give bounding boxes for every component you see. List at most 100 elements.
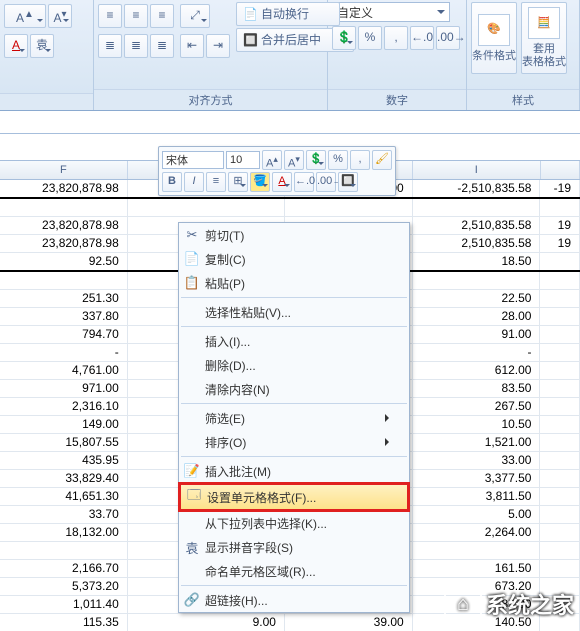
align-right-button[interactable]: ≣ [150, 34, 174, 58]
ctx-delete[interactable]: 删除(D)... [179, 353, 409, 377]
cell[interactable] [540, 199, 580, 216]
cell[interactable]: 18.50 [413, 253, 541, 270]
ctx-define-name[interactable]: 命名单元格区域(R)... [179, 559, 409, 583]
cell[interactable]: 23,820,878.98 [0, 217, 128, 234]
mini-size-inc-button[interactable]: A▴ [262, 150, 282, 170]
cell[interactable] [540, 326, 580, 343]
cell[interactable]: 33,829.40 [0, 470, 128, 487]
cell[interactable] [540, 524, 580, 541]
cell[interactable] [540, 362, 580, 379]
cell[interactable] [540, 542, 580, 559]
mini-italic-button[interactable]: I [184, 172, 204, 192]
mini-bold-button[interactable]: B [162, 172, 182, 192]
mini-comma-button[interactable]: , [350, 150, 370, 170]
cell[interactable]: 337.80 [0, 308, 128, 325]
cell[interactable]: 794.70 [0, 326, 128, 343]
cell[interactable]: 612.00 [413, 362, 541, 379]
conditional-format-button[interactable]: 🎨 条件格式 [471, 2, 517, 74]
align-left-button[interactable]: ≣ [98, 34, 122, 58]
orientation-button[interactable]: ⤢ [180, 4, 210, 28]
percent-button[interactable]: % [358, 26, 382, 50]
cell[interactable]: 161.50 [413, 560, 541, 577]
cell[interactable] [540, 344, 580, 361]
cell[interactable]: 2,510,835.58 [413, 235, 541, 252]
col-header-i[interactable]: I [413, 161, 541, 179]
cell[interactable] [540, 380, 580, 397]
cell[interactable]: 10.50 [413, 416, 541, 433]
cell[interactable]: 5.00 [413, 506, 541, 523]
cell[interactable] [0, 199, 128, 216]
ctx-hyperlink[interactable]: 🔗 超链接(H)... [179, 588, 409, 612]
ctx-phonetic[interactable]: 袁 显示拼音字段(S) [179, 535, 409, 559]
align-bottom-button[interactable]: ≡ [150, 4, 174, 28]
cell[interactable]: 149.00 [0, 416, 128, 433]
mini-dec-decimal-button[interactable]: .00→ [316, 172, 336, 192]
mini-font-color-button[interactable]: A [272, 172, 292, 192]
cell[interactable]: 3,811.50 [413, 488, 541, 505]
cell[interactable]: 41,651.30 [0, 488, 128, 505]
indent-inc-button[interactable]: ⇥ [206, 34, 230, 58]
cell[interactable] [540, 253, 580, 270]
font-size-inc-button[interactable]: A▲ [4, 4, 46, 28]
ctx-pick-from-list[interactable]: 从下拉列表中选择(K)... [179, 511, 409, 535]
cell[interactable]: 22.50 [413, 290, 541, 307]
ctx-sort[interactable]: 排序(O) [179, 430, 409, 454]
cell[interactable]: 2,166.70 [0, 560, 128, 577]
ctx-insert-comment[interactable]: 📝 插入批注(M) [179, 459, 409, 483]
cell[interactable]: 5,373.20 [0, 578, 128, 595]
cell[interactable]: 83.50 [413, 380, 541, 397]
mini-align-center-button[interactable]: ≡ [206, 172, 226, 192]
align-top-button[interactable]: ≡ [98, 4, 122, 28]
currency-button[interactable]: 💲 [332, 26, 356, 50]
ctx-format-cells[interactable]: 🗔 设置单元格格式(F)... [181, 485, 407, 509]
ctx-cut[interactable]: ✂ 剪切(T) [179, 223, 409, 247]
align-center-button[interactable]: ≣ [124, 34, 148, 58]
cell[interactable]: 19 [540, 217, 580, 234]
ctx-copy[interactable]: 📄 复制(C) [179, 247, 409, 271]
ctx-clear[interactable]: 清除内容(N) [179, 377, 409, 401]
cell[interactable] [413, 199, 541, 216]
mini-inc-decimal-button[interactable]: ←.0 [294, 172, 314, 192]
cell[interactable] [540, 272, 580, 289]
cell[interactable] [540, 434, 580, 451]
cell[interactable]: -19 [540, 180, 580, 197]
mini-format-painter-button[interactable]: 🖌 [372, 150, 392, 170]
inc-decimal-button[interactable]: ←.0 [410, 26, 434, 50]
cell[interactable]: 23,820,878.98 [0, 235, 128, 252]
cell[interactable]: 9.00 [128, 614, 285, 631]
ctx-filter[interactable]: 筛选(E) [179, 406, 409, 430]
table-format-button[interactable]: 🧮 套用 表格格式 [521, 2, 567, 74]
cell[interactable]: 28.00 [413, 308, 541, 325]
cell[interactable] [413, 542, 541, 559]
cell[interactable] [540, 488, 580, 505]
cell[interactable]: 4,761.00 [0, 362, 128, 379]
cell[interactable]: 435.95 [0, 452, 128, 469]
cell[interactable]: 2,264.00 [413, 524, 541, 541]
cell[interactable]: 91.00 [413, 326, 541, 343]
cell[interactable]: 18,132.00 [0, 524, 128, 541]
cell[interactable] [540, 470, 580, 487]
cell[interactable] [540, 560, 580, 577]
phonetic-button[interactable]: 袁 [30, 34, 54, 58]
cell[interactable] [540, 398, 580, 415]
mini-font-combo[interactable]: 宋体 [162, 151, 224, 169]
mini-size-dec-button[interactable]: A▾ [284, 150, 304, 170]
ctx-paste-special[interactable]: 选择性粘贴(V)... [179, 300, 409, 324]
cell[interactable]: 971.00 [0, 380, 128, 397]
cell[interactable]: 33.70 [0, 506, 128, 523]
mini-currency-button[interactable]: 💲 [306, 150, 326, 170]
cell[interactable]: 115.35 [0, 614, 128, 631]
cell[interactable]: 267.50 [413, 398, 541, 415]
ctx-paste[interactable]: 📋 粘贴(P) [179, 271, 409, 295]
font-color-button[interactable]: A [4, 34, 28, 58]
cell[interactable]: - [0, 344, 128, 361]
cell[interactable]: 1,521.00 [413, 434, 541, 451]
cell[interactable] [128, 199, 285, 216]
wrap-text-button[interactable]: 📄 自动换行 [236, 2, 340, 26]
col-header-f[interactable]: F [0, 161, 128, 179]
cell[interactable]: - [413, 344, 541, 361]
cell[interactable] [540, 452, 580, 469]
ctx-insert[interactable]: 插入(I)... [179, 329, 409, 353]
align-middle-button[interactable]: ≡ [124, 4, 148, 28]
cell[interactable] [0, 542, 128, 559]
